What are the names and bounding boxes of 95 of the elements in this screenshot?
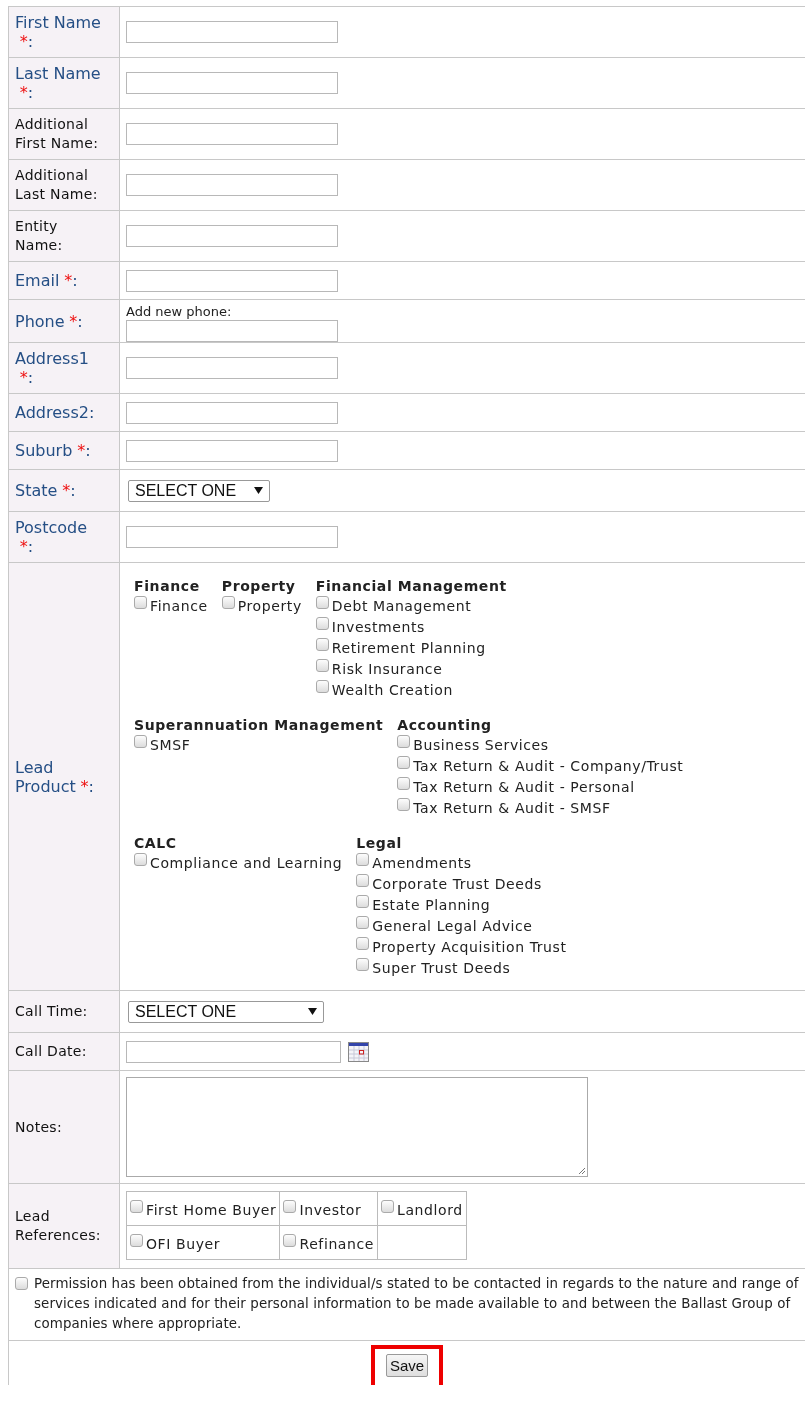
checkbox-label: Compliance and Learning [150, 854, 343, 871]
group-heading: Property [221, 577, 297, 595]
checkbox[interactable] [130, 1234, 143, 1247]
checkbox[interactable] [356, 853, 370, 866]
checkbox-label: Risk Insurance [331, 660, 443, 677]
checkbox[interactable] [397, 777, 411, 790]
checkbox-label: Retirement Planning [331, 639, 486, 656]
checkbox[interactable] [315, 617, 329, 630]
field-label: Call Date: [15, 1042, 87, 1061]
resize-grip-icon[interactable] [578, 1167, 586, 1175]
checkbox-label: Wealth Creation [331, 681, 453, 698]
checkbox[interactable] [134, 596, 147, 609]
phone-field[interactable] [126, 320, 338, 342]
text-field[interactable] [126, 357, 338, 379]
checkbox-label: Landlord [397, 1201, 463, 1218]
field-label: Entity Name: [15, 217, 64, 255]
checkbox-label: Super Trust Deeds [372, 959, 511, 976]
checkbox[interactable] [356, 895, 370, 908]
checkbox-label: OFI Buyer [146, 1235, 221, 1252]
checkbox[interactable] [134, 735, 147, 748]
checkbox-label: Property [237, 597, 302, 614]
field-label: Call Time: [15, 1002, 88, 1021]
checkbox[interactable] [397, 735, 411, 748]
text-field[interactable] [126, 269, 338, 292]
field-label: Lead Product *: [15, 757, 95, 796]
save-button[interactable]: Save [385, 1354, 429, 1377]
checkbox-label: Amendments [372, 854, 472, 871]
text-field[interactable] [126, 526, 338, 548]
group-heading: CALC [134, 834, 178, 852]
checkbox-label: Tax Return & Audit - SMSF [413, 799, 611, 816]
checkbox-label: Estate Planning [372, 896, 491, 913]
caret-icon [254, 487, 263, 494]
checkbox[interactable] [381, 1200, 395, 1213]
checkbox-label: Finance [150, 597, 208, 614]
group-heading: Accounting [397, 716, 493, 734]
group-heading: Superannuation Management [134, 716, 384, 734]
field-label: First Name *: [15, 13, 102, 51]
field-label: Email *: [15, 271, 78, 290]
text-field[interactable] [126, 123, 338, 145]
checkbox[interactable] [130, 1200, 143, 1213]
field-label: Postcode *: [15, 518, 89, 556]
checkbox-label: First Home Buyer [146, 1201, 277, 1218]
checkbox[interactable] [356, 958, 370, 971]
checkbox[interactable] [315, 638, 329, 651]
checkbox[interactable] [283, 1234, 297, 1247]
notes-textarea[interactable] [126, 1077, 588, 1177]
field-label: Lead References: [15, 1207, 102, 1245]
dropdown[interactable]: SELECT ONE [128, 479, 270, 502]
text-field[interactable] [126, 21, 338, 43]
field-label: Suburb *: [15, 441, 91, 460]
text-field[interactable] [126, 439, 338, 462]
checkbox-label: Debt Management [331, 597, 472, 614]
checkbox-label: SMSF [150, 736, 191, 753]
field-label: Phone *: [15, 311, 83, 331]
checkbox[interactable] [315, 680, 329, 693]
checkbox[interactable] [283, 1200, 297, 1213]
checkbox[interactable] [397, 756, 411, 769]
text-field[interactable] [126, 72, 338, 94]
checkbox-label: Property Acquisition Trust [372, 938, 567, 955]
text-field[interactable] [126, 174, 338, 196]
permission-text: Permission has been obtained from the individual/s stated to be contacted in regards to the nature and range of services indicated and for their personal information to be made available to and between the Ballast Group of companies where appropriate. [34, 1275, 800, 1333]
group-heading: Finance [134, 577, 201, 595]
checkbox[interactable] [221, 596, 235, 609]
group-heading: Financial Management [315, 577, 507, 595]
group-heading: Legal [356, 834, 403, 852]
phone-hint: Add new phone: [126, 304, 233, 320]
field-label: State *: [15, 481, 76, 500]
checkbox[interactable] [356, 874, 370, 887]
checkbox-label: Refinance [299, 1235, 375, 1252]
field-label: Address1 *: [15, 349, 90, 387]
checkbox[interactable] [356, 916, 370, 929]
checkbox-label: Tax Return & Audit - Personal [413, 778, 635, 795]
checkbox-label: Business Services [413, 736, 549, 753]
checkbox[interactable] [315, 659, 329, 672]
checkbox[interactable] [397, 798, 411, 811]
field-label: Notes: [15, 1117, 62, 1137]
checkbox-label: General Legal Advice [372, 917, 533, 934]
checkbox-label: Investor [299, 1201, 362, 1218]
field-label: Address2: [15, 403, 95, 422]
text-field[interactable] [126, 401, 338, 424]
checkbox[interactable] [15, 1277, 28, 1290]
text-field[interactable] [126, 225, 338, 247]
field-label: Additional First Name: [15, 115, 100, 153]
checkbox-label: Corporate Trust Deeds [372, 875, 542, 892]
date-field[interactable] [126, 1040, 341, 1063]
dropdown[interactable]: SELECT ONE [128, 1000, 324, 1023]
checkbox[interactable] [134, 853, 147, 866]
caret-icon [308, 1008, 317, 1015]
checkbox-label: Investments [331, 618, 425, 635]
checkbox[interactable] [356, 937, 370, 950]
calendar-icon[interactable] [348, 1041, 369, 1062]
checkbox-label: Tax Return & Audit - Company/Trust [413, 757, 684, 774]
checkbox[interactable] [315, 596, 329, 609]
field-label: Additional Last Name: [15, 166, 99, 204]
field-label: Last Name *: [15, 64, 102, 102]
